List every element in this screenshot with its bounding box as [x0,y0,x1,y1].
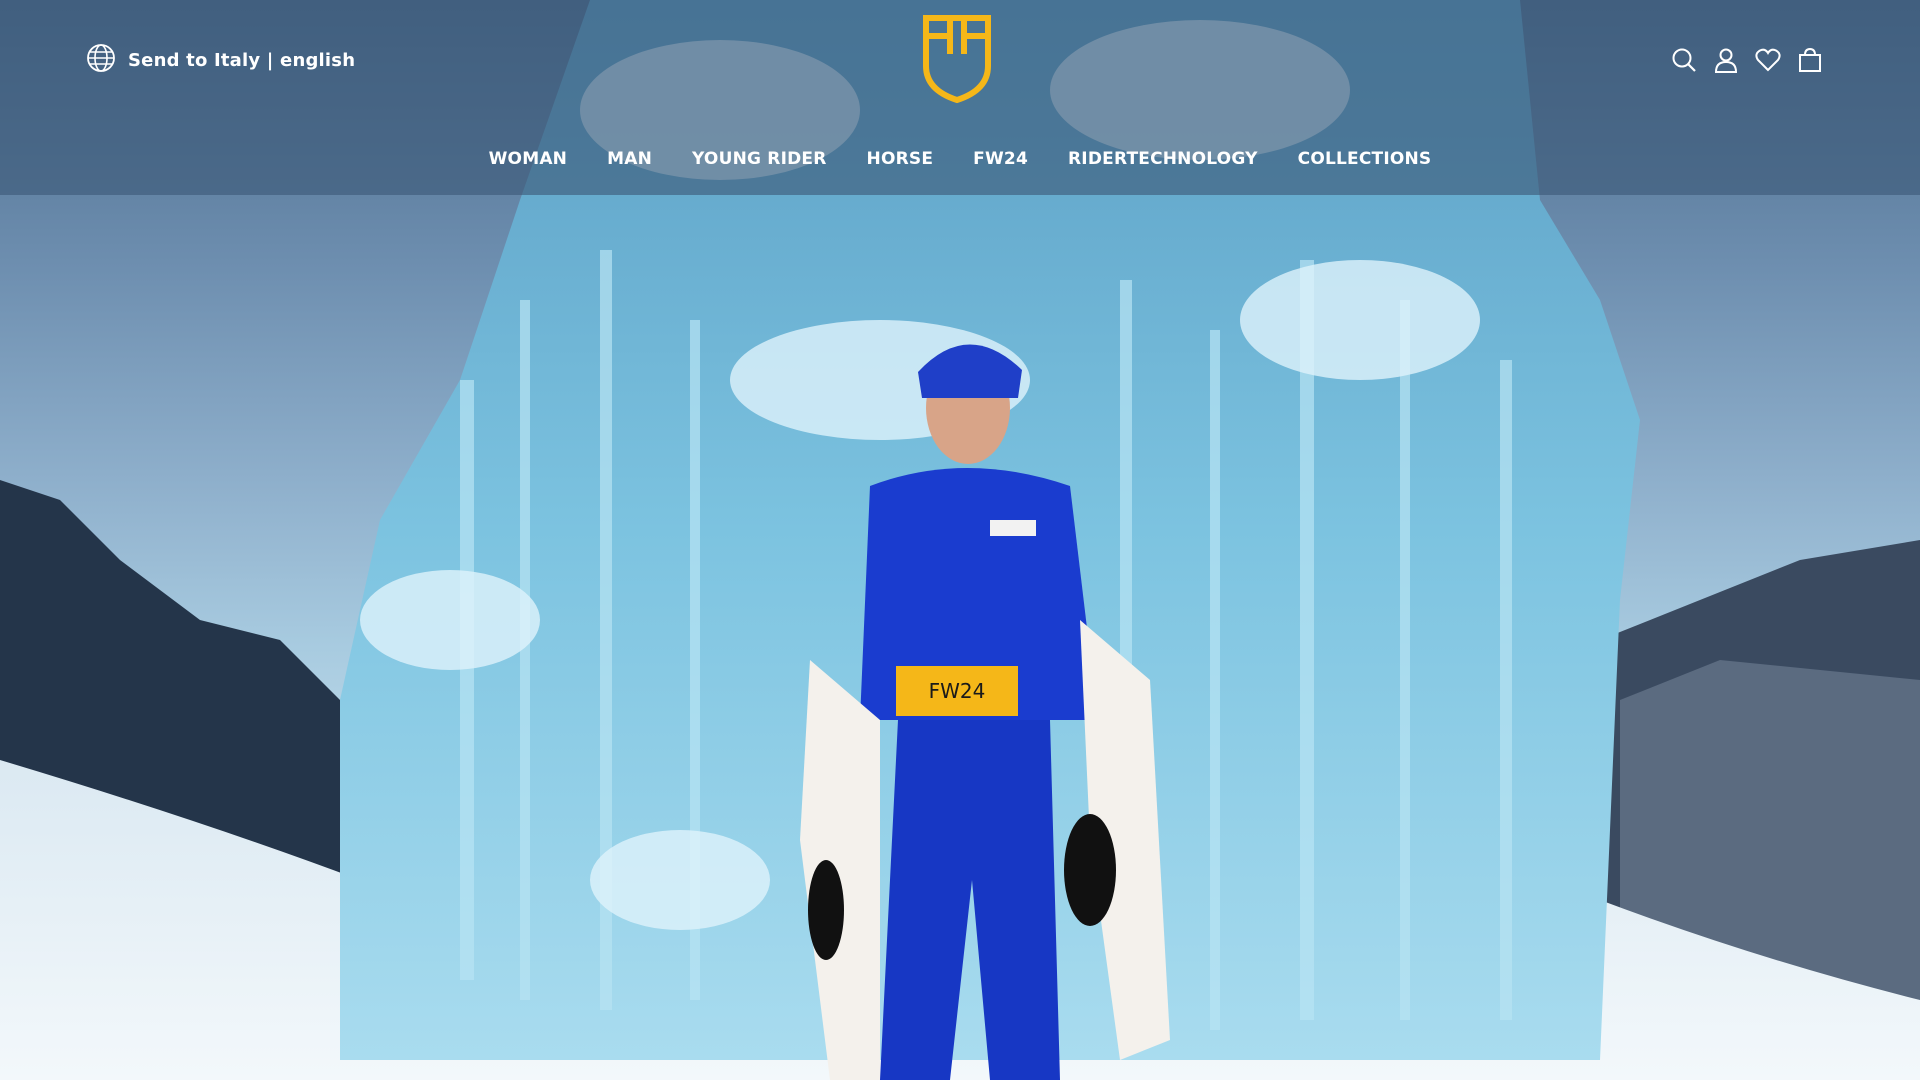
nav-item-collections[interactable]: COLLECTIONS [1278,149,1452,169]
locale-label: Send to Italy | english [128,49,356,71]
main-nav: WOMAN MAN YOUNG RIDER HORSE FW24 RIDERTE… [0,144,1920,174]
nav-item-woman[interactable]: WOMAN [469,149,588,169]
nav-item-ridertechnology[interactable]: RIDERTECHNOLOGY [1048,149,1278,169]
locale-selector[interactable]: Send to Italy | english [86,44,355,76]
brand-shield-logo [923,15,991,104]
site-header: Send to Italy | english WOMAN MAN YOUNG … [0,0,1920,195]
nav-item-young-rider[interactable]: YOUNG RIDER [672,149,847,169]
nav-item-fw24[interactable]: FW24 [953,149,1048,169]
search-icon[interactable] [1670,42,1698,78]
nav-item-man[interactable]: MAN [587,149,672,169]
wishlist-heart-icon[interactable] [1754,42,1782,78]
brand-logo[interactable] [920,14,994,104]
globe-icon [86,43,116,77]
fw24-cta-button[interactable]: FW24 [896,666,1018,716]
shopping-bag-icon[interactable] [1796,42,1824,78]
account-icon[interactable] [1712,42,1740,78]
header-actions [1670,42,1824,78]
nav-item-horse[interactable]: HORSE [847,149,954,169]
